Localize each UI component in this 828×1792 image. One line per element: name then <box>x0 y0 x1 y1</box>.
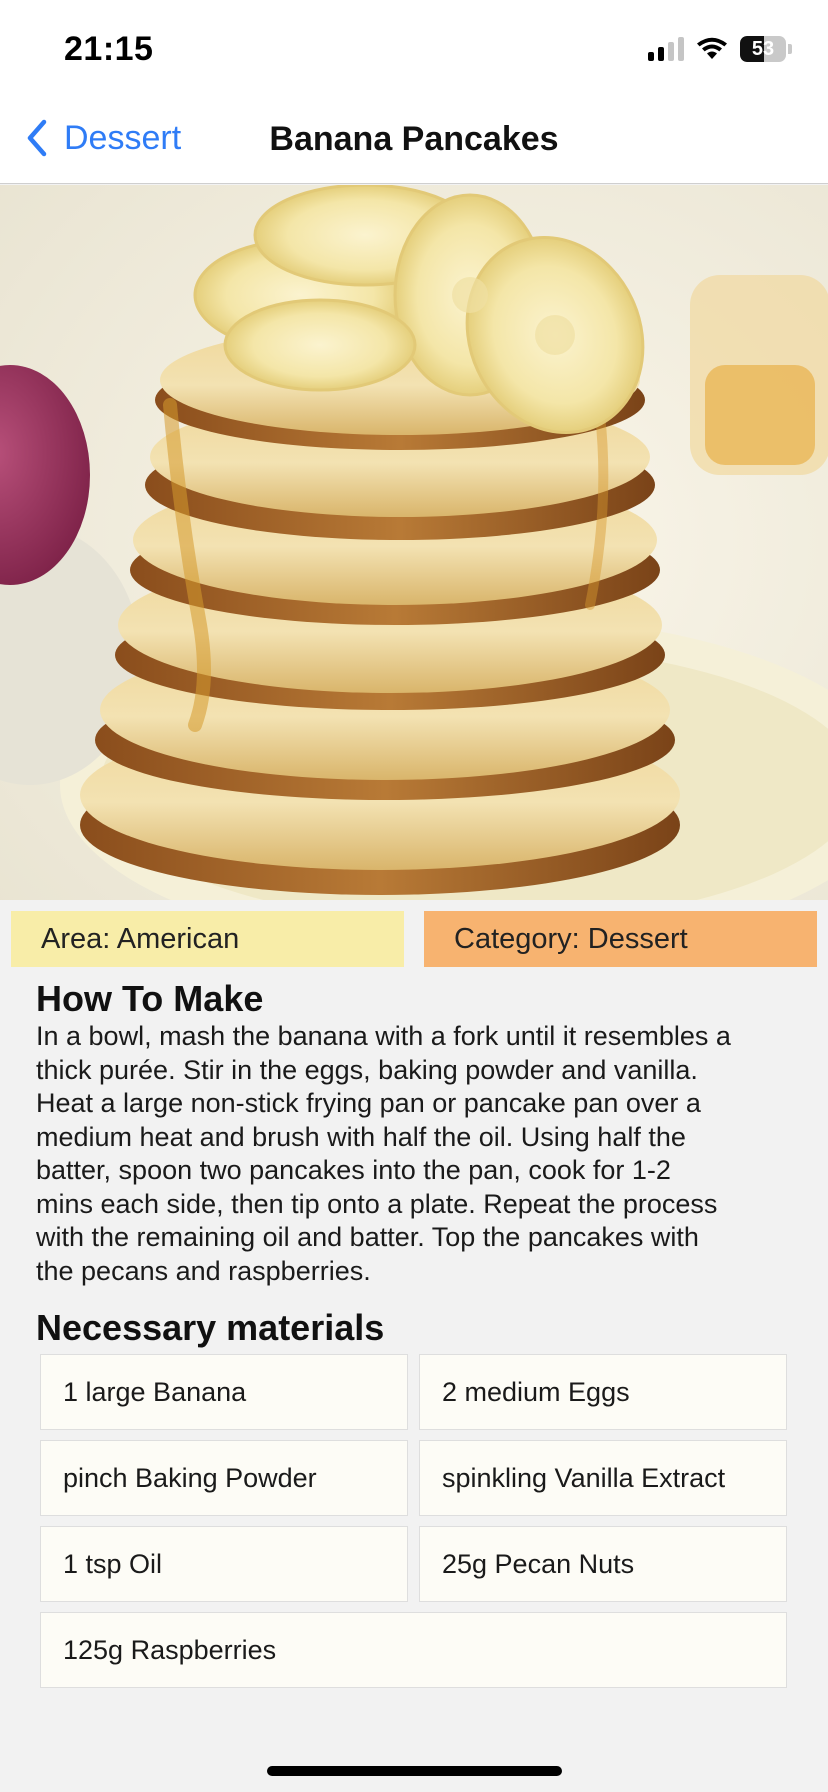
instructions-line: medium heat and brush with half the oil.… <box>36 1121 686 1152</box>
instructions-line: mins each side, then tip onto a plate. R… <box>36 1188 718 1219</box>
battery-level: 53 <box>751 37 775 60</box>
instructions-line: batter, spoon two pancakes into the pan,… <box>36 1155 671 1185</box>
status-time: 21:15 <box>64 30 154 68</box>
cellular-signal-icon <box>648 37 684 61</box>
how-to-make-heading: How To Make <box>36 978 264 1019</box>
page-title-text: Banana Pancakes <box>269 120 559 158</box>
materials-grid: 1 large Banana 2 medium Eggs pinch Bakin… <box>40 1354 788 1688</box>
category-tag: Category: Dessert <box>424 911 817 967</box>
material-item: spinkling Vanilla Extract <box>419 1440 787 1516</box>
page-title: Banana Pancakes <box>0 120 828 159</box>
status-icons: 53 <box>648 34 792 64</box>
battery-icon: 53 <box>740 36 786 62</box>
material-item: 125g Raspberries <box>40 1612 787 1688</box>
materials-heading: Necessary materials <box>36 1307 385 1348</box>
home-indicator[interactable] <box>267 1766 562 1776</box>
instructions-text: In a bowl, mash the banana with a fork u… <box>36 1020 798 1288</box>
recipe-detail-screen: 21:15 53 Dessert Banana Pancakes Area: A… <box>0 0 828 1792</box>
instructions-line: the pecans and raspberries. <box>36 1255 371 1286</box>
instructions-line: thick purée. Stir in the eggs, baking po… <box>36 1054 698 1085</box>
area-tag: Area: American <box>11 911 404 967</box>
material-item: 25g Pecan Nuts <box>419 1526 787 1602</box>
category-tag-label: Category: Dessert <box>454 922 688 955</box>
pancakes-illustration <box>0 185 828 900</box>
instructions-line: with the remaining oil and batter. Top t… <box>36 1222 699 1252</box>
material-item: 1 large Banana <box>40 1354 408 1430</box>
material-item: 2 medium Eggs <box>419 1354 787 1430</box>
status-bar: 21:15 53 <box>0 0 828 92</box>
recipe-hero-image <box>0 185 828 900</box>
area-tag-label: Area: American <box>41 922 240 955</box>
instructions-line: Heat a large non-stick frying pan or pan… <box>36 1088 701 1118</box>
instructions-line: In a bowl, mash the banana with a fork u… <box>36 1021 731 1051</box>
wifi-icon <box>697 37 727 59</box>
material-item: pinch Baking Powder <box>40 1440 408 1516</box>
navigation-bar: Dessert Banana Pancakes <box>0 92 828 184</box>
material-item: 1 tsp Oil <box>40 1526 408 1602</box>
